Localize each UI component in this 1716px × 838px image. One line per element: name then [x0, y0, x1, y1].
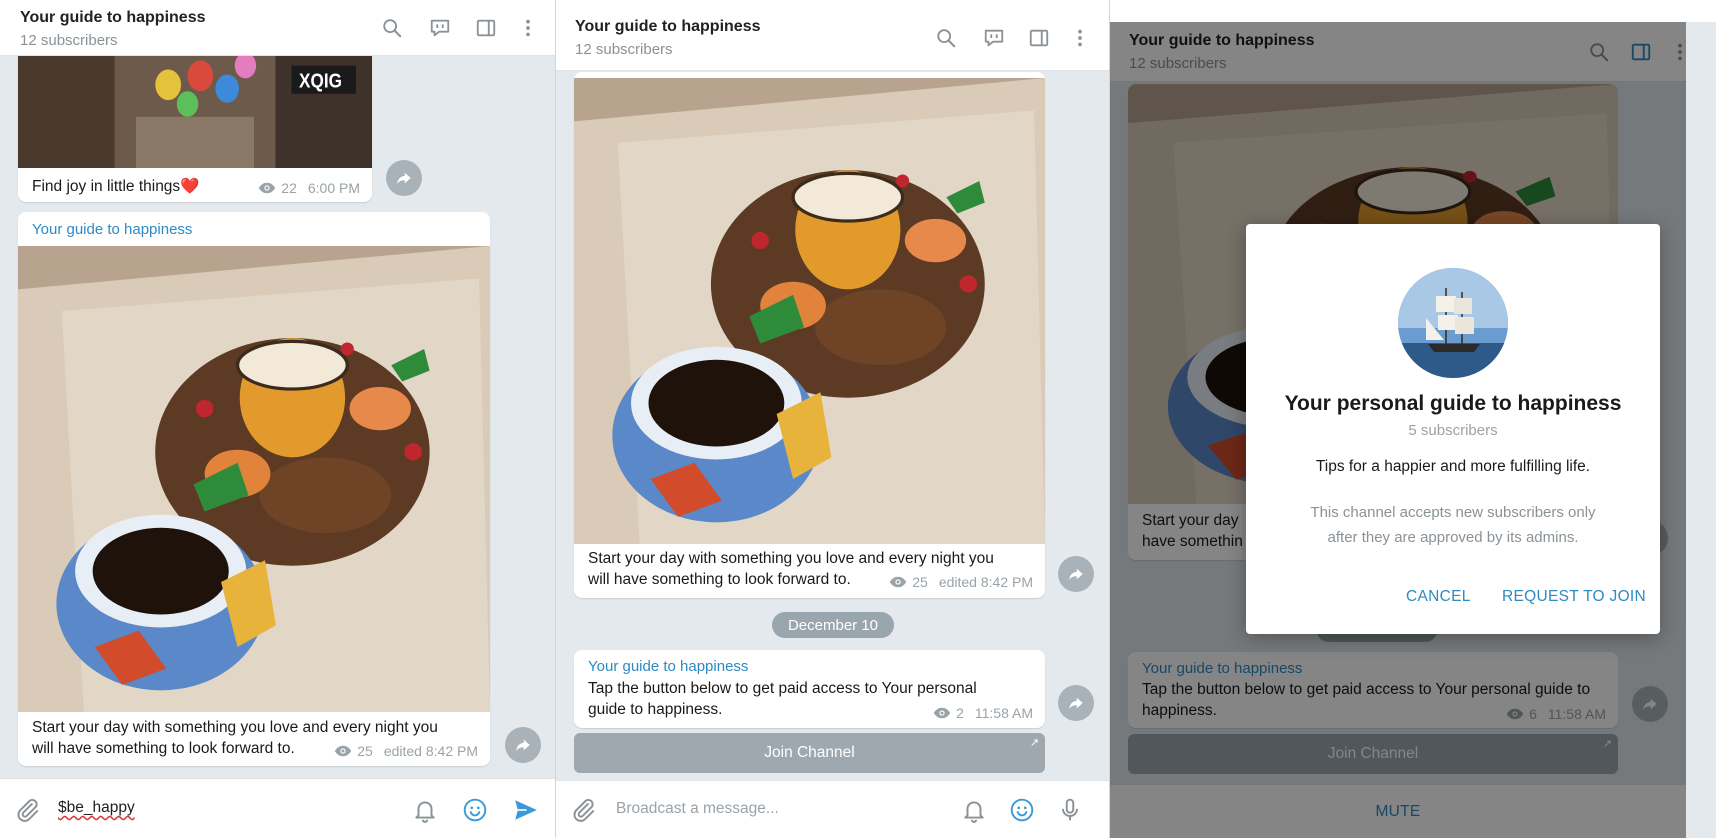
microphone-icon[interactable]	[1055, 795, 1085, 825]
chat-header[interactable]: Your guide to happiness 12 subscribers	[556, 0, 1109, 71]
dialog-description: Tips for a happier and more fulfilling l…	[1315, 458, 1591, 475]
chat-window-2: Your guide to happiness 12 subscribers S…	[556, 0, 1110, 838]
live-chat-icon[interactable]	[427, 15, 453, 41]
message-photo[interactable]	[574, 78, 1045, 544]
attach-icon[interactable]	[12, 795, 42, 825]
message-text-line: will have something to look forward to.	[32, 740, 295, 757]
message-time: 11:58 AM	[974, 705, 1033, 721]
join-channel-label: Join Channel	[764, 744, 855, 761]
message-bubble[interactable]: Find joy in little things❤️ 22 6:00 PM	[18, 40, 372, 202]
sidebar-toggle-icon[interactable]	[1026, 25, 1052, 51]
share-button[interactable]	[1058, 556, 1094, 592]
dialog-note-line: This channel accepts new subscribers onl…	[1310, 504, 1596, 521]
attach-icon[interactable]	[568, 795, 598, 825]
silent-broadcast-bell-icon[interactable]	[410, 795, 440, 825]
share-icon	[1067, 565, 1085, 583]
date-separator: December 10	[772, 612, 894, 638]
message-time: edited 8:42 PM	[938, 574, 1033, 590]
subscriber-count: 12 subscribers	[20, 32, 118, 49]
dialog-approval-note: This channel accepts new subscribers onl…	[1286, 500, 1620, 550]
dialog-title: Your personal guide to happiness	[1284, 392, 1622, 415]
view-count: 2	[956, 705, 964, 721]
message-photo[interactable]	[18, 40, 372, 168]
share-button[interactable]	[386, 160, 422, 196]
channel-avatar	[1398, 268, 1508, 378]
message-meta: 25 edited 8:42 PM	[889, 574, 1033, 590]
views-icon	[258, 182, 276, 194]
share-icon	[1067, 694, 1085, 712]
message-time: 6:00 PM	[307, 180, 360, 196]
join-request-dialog: Your personal guide to happiness 5 subsc…	[1246, 224, 1660, 634]
share-button[interactable]	[1058, 685, 1094, 721]
message-text-line: Tap the button below to get paid access …	[588, 680, 977, 697]
message-text-line: guide to happiness.	[588, 701, 723, 718]
chat-window-1: Your guide to happiness 12 subscribers F…	[0, 0, 556, 838]
more-vertical-icon[interactable]	[515, 15, 541, 41]
message-text-line: will have something to look forward to.	[588, 571, 851, 588]
join-channel-button[interactable]: Join Channel ↗	[574, 733, 1045, 773]
views-icon	[933, 707, 951, 719]
message-composer: Broadcast a message...	[556, 780, 1109, 838]
request-to-join-button[interactable]: REQUEST TO JOIN	[1502, 588, 1646, 606]
message-input[interactable]: Broadcast a message...	[616, 800, 779, 818]
more-vertical-icon[interactable]	[1067, 25, 1093, 51]
emoji-icon[interactable]	[1007, 795, 1037, 825]
chat-header[interactable]: Your guide to happiness 12 subscribers	[0, 0, 555, 56]
message-composer: $be_happy	[0, 778, 555, 838]
live-chat-icon[interactable]	[981, 25, 1007, 51]
views-icon	[334, 745, 352, 757]
views-icon	[889, 576, 907, 588]
message-meta: 22 6:00 PM	[258, 180, 360, 196]
emoji-icon[interactable]	[460, 795, 490, 825]
message-text-line: Start your day with something you love a…	[588, 550, 994, 567]
sidebar-toggle-icon[interactable]	[473, 15, 499, 41]
search-icon[interactable]	[933, 25, 959, 51]
share-button[interactable]	[505, 727, 541, 763]
message-meta: 25 edited 8:42 PM	[334, 743, 478, 759]
message-sender[interactable]: Your guide to happiness	[588, 658, 748, 675]
dialog-subscriber-count: 5 subscribers	[1408, 422, 1498, 439]
message-text: Find joy in little things❤️	[32, 178, 200, 195]
message-bubble[interactable]: Your guide to happiness Start your day w…	[18, 212, 490, 766]
message-text-line: Start your day with something you love a…	[32, 719, 438, 736]
message-bubble[interactable]: Your guide to happiness Tap the button b…	[574, 650, 1045, 728]
message-photo[interactable]	[18, 246, 490, 712]
dialog-note-line: after they are approved by its admins.	[1327, 529, 1579, 546]
subscriber-count: 12 subscribers	[575, 41, 673, 58]
heart-emoji: ❤️	[180, 178, 200, 195]
view-count: 25	[912, 574, 928, 590]
chat-window-3: Your guide to happiness 12 subscribers S…	[1110, 0, 1716, 838]
message-bubble[interactable]: Start your day with something you love a…	[574, 72, 1045, 598]
external-link-arrow-icon: ↗	[1029, 737, 1039, 749]
cancel-button[interactable]: CANCEL	[1406, 588, 1471, 606]
send-icon[interactable]	[511, 795, 541, 825]
search-icon[interactable]	[379, 15, 405, 41]
share-icon	[395, 169, 413, 187]
silent-broadcast-bell-icon[interactable]	[959, 795, 989, 825]
message-time: edited 8:42 PM	[383, 743, 478, 759]
message-input[interactable]: $be_happy	[58, 799, 135, 817]
share-icon	[514, 736, 532, 754]
channel-title[interactable]: Your guide to happiness	[575, 18, 761, 36]
view-count: 25	[357, 743, 373, 759]
message-sender[interactable]: Your guide to happiness	[32, 221, 192, 238]
view-count: 22	[281, 180, 297, 196]
message-meta: 2 11:58 AM	[933, 705, 1033, 721]
channel-title[interactable]: Your guide to happiness	[20, 9, 206, 27]
